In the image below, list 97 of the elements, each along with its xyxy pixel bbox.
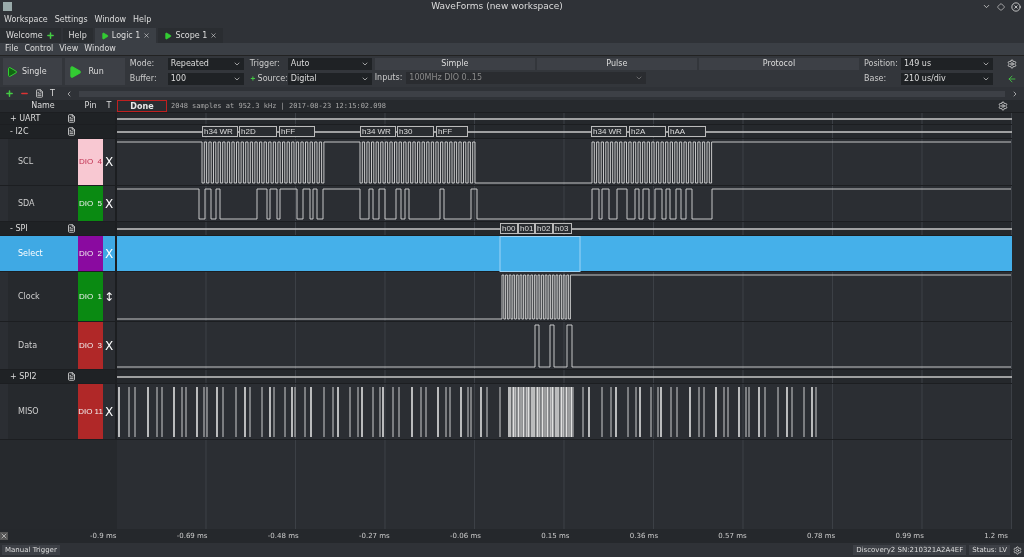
base-field[interactable]: 210 us/div bbox=[901, 72, 993, 85]
decoded-value: h34 WR bbox=[202, 126, 238, 137]
channel-row[interactable]: Select DIO 2 X bbox=[0, 236, 1012, 272]
column-header: T bbox=[105, 100, 113, 112]
trigger-dropdown[interactable]: Auto bbox=[287, 58, 372, 71]
decoded-value: hFF bbox=[279, 126, 315, 137]
settings-icon[interactable] bbox=[1007, 59, 1017, 70]
play-icon bbox=[6, 65, 18, 78]
bus-name[interactable]: - I2C bbox=[10, 125, 29, 138]
settings-icon[interactable] bbox=[1013, 545, 1022, 555]
vertical-scrollbar[interactable] bbox=[1012, 113, 1024, 529]
column-header: Pin bbox=[83, 100, 98, 112]
trigger-mode[interactable]: X bbox=[104, 405, 114, 418]
menu-item[interactable]: Window bbox=[84, 43, 116, 55]
scroll-right-icon[interactable] bbox=[1011, 89, 1019, 98]
signal-name: Data bbox=[18, 339, 38, 352]
signal-name: Clock bbox=[18, 290, 40, 303]
decoded-value: h34 WR bbox=[591, 126, 627, 137]
decoded-value: hFF bbox=[436, 126, 468, 137]
decoded-value: h02 bbox=[535, 223, 553, 234]
mode-dropdown[interactable]: Repeated bbox=[167, 58, 244, 71]
decoded-value: h2D bbox=[239, 126, 277, 137]
decoded-value: h30 bbox=[397, 126, 434, 137]
pin-label[interactable]: DIO 1 bbox=[78, 272, 103, 321]
pin-label[interactable]: DIO 3 bbox=[78, 322, 103, 369]
document-icon[interactable] bbox=[67, 224, 76, 233]
play-icon bbox=[164, 31, 173, 40]
document-icon[interactable] bbox=[67, 372, 76, 381]
decoded-value: h2A bbox=[629, 126, 666, 137]
play-icon bbox=[100, 31, 109, 40]
signal-name: SDA bbox=[18, 197, 35, 210]
pin-label[interactable]: DIO 5 bbox=[78, 186, 103, 221]
channel-row[interactable]: SDA DIO 5 X bbox=[0, 186, 1012, 222]
text-tool[interactable]: T bbox=[50, 87, 55, 100]
signal-name: SCL bbox=[18, 156, 34, 168]
close-icon[interactable] bbox=[0, 532, 8, 540]
trigger-mode[interactable]: X bbox=[104, 197, 114, 210]
menu-item[interactable]: Control bbox=[24, 43, 54, 55]
play-icon bbox=[68, 64, 83, 79]
document-icon[interactable] bbox=[67, 127, 76, 136]
decoded-value: h01 bbox=[518, 223, 535, 234]
menu-item[interactable]: File bbox=[5, 43, 19, 55]
menu-item[interactable]: Workspace bbox=[4, 14, 48, 26]
decoded-value: hAA bbox=[668, 126, 706, 137]
minimize-icon[interactable] bbox=[982, 2, 991, 11]
document-icon[interactable] bbox=[67, 114, 76, 123]
run-button[interactable]: Run bbox=[65, 58, 125, 85]
add-icon[interactable] bbox=[249, 74, 256, 84]
maximize-icon[interactable] bbox=[997, 2, 1005, 11]
pin-label[interactable]: DIO 2 bbox=[78, 236, 103, 271]
menu-item[interactable]: View bbox=[59, 43, 79, 55]
close-icon[interactable] bbox=[1011, 1, 1021, 12]
settings-icon[interactable] bbox=[998, 101, 1008, 111]
single-button[interactable]: Single bbox=[3, 58, 63, 85]
decoded-value: h00 bbox=[500, 223, 518, 234]
field-label: Position: bbox=[864, 58, 899, 71]
app-icon bbox=[3, 2, 12, 11]
decoded-value: h34 WR bbox=[360, 126, 396, 137]
buffer-spinbox[interactable]: 100 bbox=[167, 72, 244, 85]
channel-row[interactable]: Data DIO 3 X bbox=[0, 322, 1012, 370]
workspace-tab[interactable]: Welcome bbox=[0, 28, 61, 43]
bus-name[interactable]: - SPI bbox=[10, 222, 28, 235]
bus-name[interactable]: + UART bbox=[10, 112, 41, 125]
menu-item[interactable]: Settings bbox=[54, 14, 88, 26]
pin-label[interactable]: DIO 4 bbox=[78, 139, 103, 185]
field-label: Buffer: bbox=[129, 72, 158, 85]
trigger-tab[interactable]: Protocol bbox=[698, 58, 860, 70]
field-label: Mode: bbox=[129, 58, 156, 71]
field-label: Source: bbox=[257, 72, 288, 85]
field-label: Inputs: bbox=[374, 72, 403, 84]
field-label: Base: bbox=[864, 72, 888, 85]
status-badge: Done bbox=[117, 100, 167, 112]
document-icon[interactable] bbox=[35, 89, 44, 98]
window-title: WaveForms (new workspace) bbox=[430, 0, 564, 13]
decoded-value: h03 bbox=[553, 223, 572, 234]
workspace-tab[interactable]: Help bbox=[62, 28, 93, 43]
add-icon[interactable] bbox=[45, 31, 55, 40]
signal-name: MISO bbox=[18, 405, 39, 418]
trigger-mode[interactable]: X bbox=[104, 156, 114, 168]
position-field[interactable]: 149 us bbox=[901, 58, 993, 71]
pin-label[interactable]: DIO 11 bbox=[78, 384, 103, 439]
trigger-mode[interactable]: ↕ bbox=[103, 290, 115, 303]
signal-name: Select bbox=[18, 247, 43, 260]
source-dropdown[interactable]: Digital bbox=[287, 72, 372, 85]
trigger-tab[interactable]: Simple bbox=[374, 58, 535, 70]
menu-item[interactable]: Window bbox=[94, 14, 127, 26]
menu-item[interactable]: Help bbox=[133, 14, 152, 26]
bus-name[interactable]: + SPI2 bbox=[10, 370, 37, 383]
channel-row[interactable]: SCL DIO 4 X bbox=[0, 139, 1012, 186]
field-label: Trigger: bbox=[249, 58, 281, 71]
arrow-left-icon[interactable] bbox=[1007, 73, 1017, 84]
workspace-tab[interactable]: Scope 1 bbox=[158, 28, 224, 43]
workspace-tab[interactable]: Logic 1 bbox=[94, 28, 157, 43]
trigger-mode[interactable]: X bbox=[104, 339, 114, 352]
column-header: Name bbox=[30, 100, 56, 112]
trigger-tab[interactable]: Pulse bbox=[536, 58, 697, 70]
add-icon[interactable] bbox=[5, 89, 14, 98]
